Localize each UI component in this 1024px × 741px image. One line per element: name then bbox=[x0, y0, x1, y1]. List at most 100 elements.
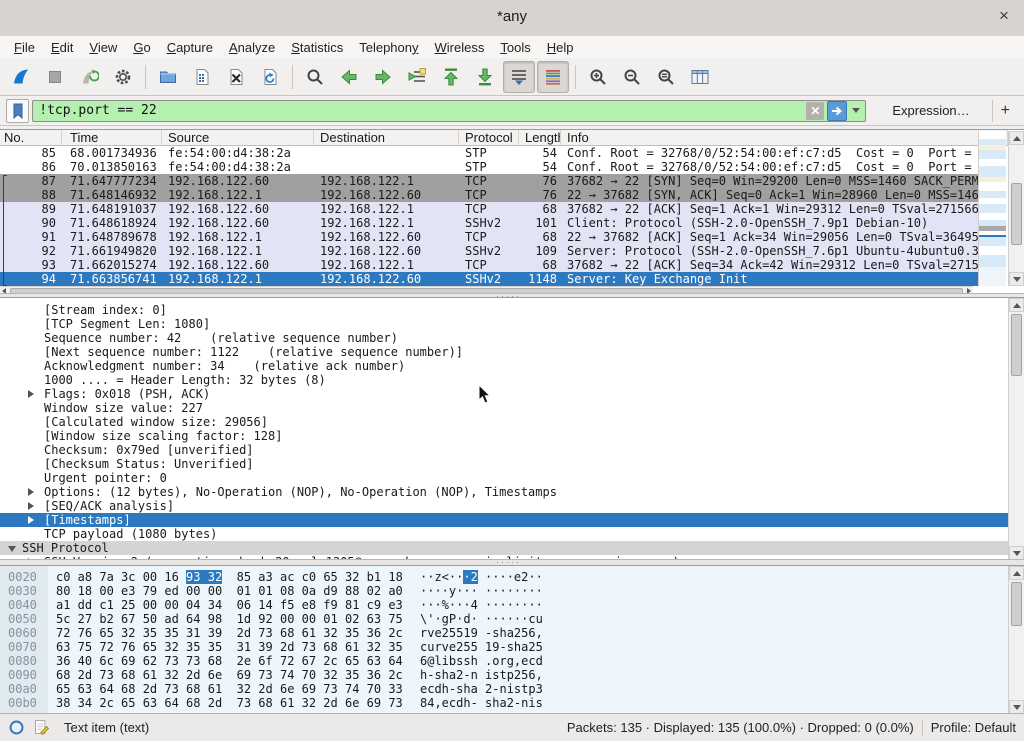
packet-row-87[interactable]: 8771.647777234192.168.122.60192.168.122.… bbox=[0, 174, 978, 188]
scrollbar-thumb[interactable] bbox=[1011, 183, 1022, 245]
hex-ascii[interactable]: rve25519 -sha256, bbox=[420, 626, 543, 640]
stop-capture-button[interactable] bbox=[39, 61, 71, 93]
go-forward-button[interactable] bbox=[367, 61, 399, 93]
detail-line[interactable]: Urgent pointer: 0 bbox=[0, 471, 1008, 485]
detail-line[interactable]: [TCP Segment Len: 1080] bbox=[0, 317, 1008, 331]
menu-view[interactable]: View bbox=[81, 38, 125, 57]
hex-ascii[interactable]: ····y··· ········ bbox=[420, 584, 543, 598]
hex-bytes[interactable]: 5c 27 b2 67 50 ad 64 98 1d 92 00 00 01 0… bbox=[56, 612, 403, 626]
find-packet-button[interactable] bbox=[299, 61, 331, 93]
hex-ascii[interactable]: curve255 19-sha25 bbox=[420, 640, 543, 654]
go-last-packet-button[interactable] bbox=[469, 61, 501, 93]
hex-bytes[interactable]: 72 76 65 32 35 35 31 39 2d 73 68 61 32 3… bbox=[56, 626, 403, 640]
close-file-button[interactable] bbox=[220, 61, 252, 93]
hex-bytes[interactable]: a1 dd c1 25 00 00 04 34 06 14 f5 e8 f9 8… bbox=[56, 598, 403, 612]
hex-ascii[interactable]: h-sha2-n istp256, bbox=[420, 668, 543, 682]
zoom-100-button[interactable] bbox=[650, 61, 682, 93]
detail-line[interactable]: Sequence number: 42 (relative sequence n… bbox=[0, 331, 1008, 345]
menu-edit[interactable]: Edit bbox=[43, 38, 81, 57]
col-header-length[interactable]: Length bbox=[519, 130, 561, 146]
filter-apply-icon[interactable] bbox=[827, 101, 847, 121]
detail-line[interactable]: Window size value: 227 bbox=[0, 401, 1008, 415]
resize-columns-button[interactable] bbox=[684, 61, 716, 93]
bytes-vscrollbar[interactable] bbox=[1008, 566, 1024, 713]
capture-comment-button[interactable] bbox=[33, 719, 50, 736]
scrollbar-thumb[interactable] bbox=[1011, 314, 1022, 376]
hex-row-00b0[interactable]: 00b038 34 2c 65 63 64 68 2d 73 68 61 32 … bbox=[0, 696, 1008, 710]
packet-row-86[interactable]: 8670.013850163fe:54:00:d4:38:2aSTP54Conf… bbox=[0, 160, 978, 174]
expand-icon[interactable] bbox=[28, 488, 34, 496]
display-filter-input[interactable] bbox=[33, 102, 806, 120]
col-header-no[interactable]: No. bbox=[0, 130, 62, 146]
add-filter-button[interactable]: + bbox=[992, 100, 1018, 122]
go-back-button[interactable] bbox=[333, 61, 365, 93]
profile-status[interactable]: Profile: Default bbox=[931, 720, 1016, 735]
title-bar[interactable]: *any × bbox=[0, 0, 1024, 37]
detail-line[interactable]: Checksum: 0x79ed [unverified] bbox=[0, 443, 1008, 457]
hex-bytes[interactable]: 63 75 72 76 65 32 35 35 31 39 2d 73 68 6… bbox=[56, 640, 403, 654]
packet-row-89[interactable]: 8971.648191037192.168.122.60192.168.122.… bbox=[0, 202, 978, 216]
col-header-source[interactable]: Source bbox=[162, 130, 314, 146]
intelligent-scrollbar-minimap[interactable] bbox=[978, 131, 1006, 286]
hex-row-0050[interactable]: 00505c 27 b2 67 50 ad 64 98 1d 92 00 00 … bbox=[0, 612, 1008, 626]
hex-ascii[interactable]: 6@libssh .org,ecd bbox=[420, 654, 543, 668]
restart-capture-button[interactable] bbox=[73, 61, 105, 93]
packet-row-93[interactable]: 9371.662015274192.168.122.60192.168.122.… bbox=[0, 258, 978, 272]
colorize-button[interactable] bbox=[537, 61, 569, 93]
col-header-protocol[interactable]: Protocol bbox=[459, 130, 519, 146]
detail-line[interactable]: Flags: 0x018 (PSH, ACK) bbox=[0, 387, 1008, 401]
detail-line[interactable]: Acknowledgment number: 34 (relative ack … bbox=[0, 359, 1008, 373]
detail-line[interactable]: [Calculated window size: 29056] bbox=[0, 415, 1008, 429]
hex-row-0060[interactable]: 006072 76 65 32 35 35 31 39 2d 73 68 61 … bbox=[0, 626, 1008, 640]
expand-icon[interactable] bbox=[28, 502, 34, 510]
hex-bytes[interactable]: 80 18 00 e3 79 ed 00 00 01 01 08 0a d9 8… bbox=[56, 584, 403, 598]
detail-line[interactable]: [Stream index: 0] bbox=[0, 303, 1008, 317]
detail-line[interactable]: [Timestamps] bbox=[0, 513, 1008, 527]
hex-row-00a0[interactable]: 00a065 63 64 68 2d 73 68 61 32 2d 6e 69 … bbox=[0, 682, 1008, 696]
scroll-down-icon[interactable] bbox=[1009, 700, 1024, 713]
packet-row-92[interactable]: 9271.661949820192.168.122.1192.168.122.6… bbox=[0, 244, 978, 258]
hex-ascii[interactable]: ··z<···2 ····e2·· bbox=[420, 570, 543, 584]
details-vscrollbar[interactable] bbox=[1008, 298, 1024, 559]
filter-bookmark-button[interactable] bbox=[6, 99, 29, 123]
start-capture-button[interactable] bbox=[5, 61, 37, 93]
hex-row-0070[interactable]: 007063 75 72 76 65 32 35 35 31 39 2d 73 … bbox=[0, 640, 1008, 654]
hex-bytes[interactable]: c0 a8 7a 3c 00 16 93 32 85 a3 ac c0 65 3… bbox=[56, 570, 403, 584]
scroll-up-icon[interactable] bbox=[1009, 131, 1024, 145]
hex-bytes[interactable]: 65 63 64 68 2d 73 68 61 32 2d 6e 69 73 7… bbox=[56, 682, 403, 696]
menu-wireless[interactable]: Wireless bbox=[427, 38, 493, 57]
scroll-down-icon[interactable] bbox=[1009, 272, 1024, 286]
packet-row-90[interactable]: 9071.648618924192.168.122.60192.168.122.… bbox=[0, 216, 978, 230]
scrollbar-thumb[interactable] bbox=[1011, 582, 1022, 626]
menu-file[interactable]: File bbox=[6, 38, 43, 57]
hex-bytes[interactable]: 36 40 6c 69 62 73 73 68 2e 6f 72 67 2c 6… bbox=[56, 654, 403, 668]
detail-line[interactable]: TCP payload (1080 bytes) bbox=[0, 527, 1008, 541]
expression-link[interactable]: Expression… bbox=[892, 103, 969, 118]
collapse-icon[interactable] bbox=[8, 546, 16, 552]
hex-bytes[interactable]: 68 2d 73 68 61 32 2d 6e 69 73 74 70 32 3… bbox=[56, 668, 403, 682]
save-file-button[interactable] bbox=[186, 61, 218, 93]
detail-line[interactable]: 1000 .... = Header Length: 32 bytes (8) bbox=[0, 373, 1008, 387]
packet-row-91[interactable]: 9171.648789678192.168.122.1192.168.122.6… bbox=[0, 230, 978, 244]
filter-history-dropdown[interactable] bbox=[850, 102, 862, 120]
expand-icon[interactable] bbox=[28, 516, 34, 524]
col-header-info[interactable]: Info bbox=[561, 130, 1008, 146]
detail-line[interactable]: [SEQ/ACK analysis] bbox=[0, 499, 1008, 513]
hex-bytes[interactable]: 38 34 2c 65 63 64 68 2d 73 68 61 32 2d 6… bbox=[56, 696, 403, 710]
menu-capture[interactable]: Capture bbox=[159, 38, 221, 57]
hex-row-0030[interactable]: 003080 18 00 e3 79 ed 00 00 01 01 08 0a … bbox=[0, 584, 1008, 598]
detail-line[interactable]: [Checksum Status: Unverified] bbox=[0, 457, 1008, 471]
menu-tools[interactable]: Tools bbox=[492, 38, 538, 57]
packet-row-94[interactable]: 9471.663856741192.168.122.1192.168.122.6… bbox=[0, 272, 978, 286]
close-icon[interactable]: × bbox=[994, 6, 1014, 26]
hex-ascii[interactable]: \'·gP·d· ······cu bbox=[420, 612, 543, 626]
scroll-down-icon[interactable] bbox=[1009, 546, 1024, 559]
hex-row-0040[interactable]: 0040a1 dd c1 25 00 00 04 34 06 14 f5 e8 … bbox=[0, 598, 1008, 612]
col-header-time[interactable]: Time bbox=[62, 130, 162, 146]
packet-row-88[interactable]: 8871.648146932192.168.122.1192.168.122.6… bbox=[0, 188, 978, 202]
hex-row-0090[interactable]: 009068 2d 73 68 61 32 2d 6e 69 73 74 70 … bbox=[0, 668, 1008, 682]
hex-ascii[interactable]: ecdh-sha 2-nistp3 bbox=[420, 682, 543, 696]
expert-info-button[interactable] bbox=[8, 719, 25, 736]
hex-ascii[interactable]: 84,ecdh- sha2-nis bbox=[420, 696, 543, 710]
menu-telephony[interactable]: Telephony bbox=[351, 38, 426, 57]
